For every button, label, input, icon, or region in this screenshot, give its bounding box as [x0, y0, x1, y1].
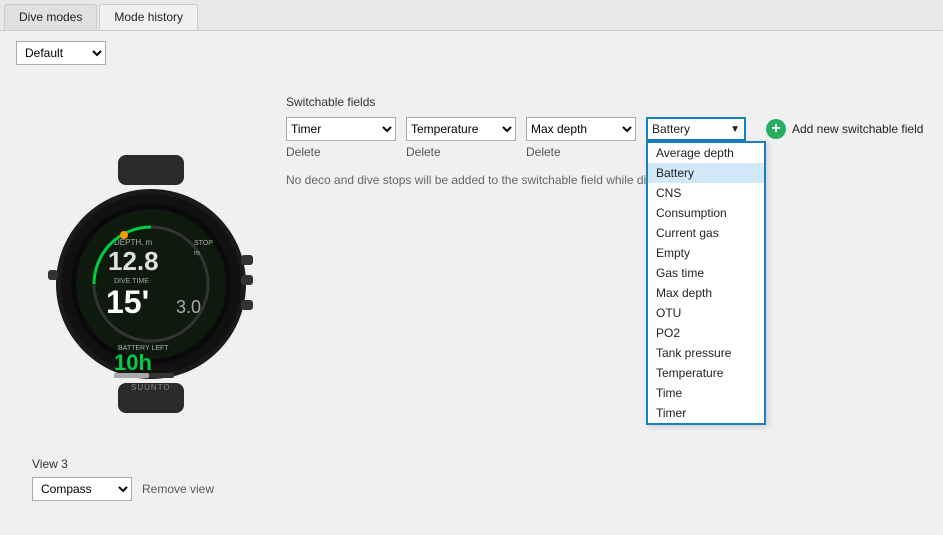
- watch-svg: DEPTH, m 12.8 DIVE TIME 15' 3.0 BATTERY …: [46, 155, 256, 415]
- add-switchable-field-button[interactable]: + Add new switchable field: [766, 119, 923, 139]
- dropdown-item-gas-time[interactable]: Gas time: [648, 263, 764, 283]
- field-select-temperature[interactable]: Temperature Timer Max depth Battery: [406, 117, 516, 141]
- svg-text:12.8: 12.8: [108, 246, 159, 276]
- dropdown-item-timer[interactable]: Timer: [648, 403, 764, 423]
- view-row: Compass Remove view: [32, 477, 214, 501]
- svg-text:3.0: 3.0: [176, 297, 201, 317]
- dropdown-item-empty[interactable]: Empty: [648, 243, 764, 263]
- remove-view-link[interactable]: Remove view: [142, 482, 214, 496]
- field-group-maxdepth: Max depth Timer Temperature Battery Dele…: [526, 117, 636, 159]
- tab-dive-modes[interactable]: Dive modes: [4, 4, 97, 30]
- field-select-timer[interactable]: Timer Temperature Max depth Battery: [286, 117, 396, 141]
- switchable-fields-label: Switchable fields: [286, 95, 923, 109]
- add-field-label: Add new switchable field: [792, 122, 923, 136]
- view-label: View 3: [32, 457, 214, 471]
- dropdown-item-cns[interactable]: CNS: [648, 183, 764, 203]
- dropdown-item-temperature[interactable]: Temperature: [648, 363, 764, 383]
- main-area: Default DEPTH: [0, 31, 943, 535]
- dropdown-item-consumption[interactable]: Consumption: [648, 203, 764, 223]
- dropdown-item-otu[interactable]: OTU: [648, 303, 764, 323]
- field-group-battery: Battery ▼ Average depth Battery CNS Cons…: [646, 117, 746, 141]
- delete-timer[interactable]: Delete: [286, 145, 321, 159]
- content-area: DEPTH, m 12.8 DIVE TIME 15' 3.0 BATTERY …: [16, 65, 927, 525]
- tab-bar: Dive modes Mode history: [0, 0, 943, 31]
- field-group-timer: Timer Temperature Max depth Battery Dele…: [286, 117, 396, 159]
- view-dropdown[interactable]: Compass: [32, 477, 132, 501]
- svg-text:15': 15': [106, 284, 149, 320]
- add-icon: +: [766, 119, 786, 139]
- dropdown-item-max-depth[interactable]: Max depth: [648, 283, 764, 303]
- watch-area: DEPTH, m 12.8 DIVE TIME 15' 3.0 BATTERY …: [46, 155, 256, 418]
- battery-dropdown-list: Average depth Battery CNS Consumption Cu…: [646, 141, 766, 425]
- battery-dropdown-arrow: ▼: [730, 124, 740, 135]
- svg-text:m: m: [194, 250, 200, 257]
- dropdown-item-time[interactable]: Time: [648, 383, 764, 403]
- dropdown-item-battery[interactable]: Battery: [648, 163, 764, 183]
- dropdown-item-po2[interactable]: PO2: [648, 323, 764, 343]
- dropdown-item-tank-pressure[interactable]: Tank pressure: [648, 343, 764, 363]
- delete-maxdepth[interactable]: Delete: [526, 145, 561, 159]
- view-section: View 3 Compass Remove view: [32, 457, 214, 501]
- switchable-row: Timer Temperature Max depth Battery Dele…: [286, 117, 923, 159]
- delete-temperature[interactable]: Delete: [406, 145, 441, 159]
- svg-text:SUUNTO: SUUNTO: [131, 383, 171, 392]
- battery-select-value: Battery: [652, 122, 690, 136]
- tab-mode-history[interactable]: Mode history: [99, 4, 198, 30]
- default-dropdown[interactable]: Default: [16, 41, 106, 65]
- svg-text:STOP: STOP: [194, 240, 213, 247]
- field-group-temperature: Temperature Timer Max depth Battery Dele…: [406, 117, 516, 159]
- battery-select-button[interactable]: Battery ▼: [646, 117, 746, 141]
- right-panel: Switchable fields Timer Temperature Max …: [286, 95, 923, 187]
- field-select-maxdepth[interactable]: Max depth Timer Temperature Battery: [526, 117, 636, 141]
- svg-text:10h: 10h: [114, 350, 152, 375]
- dropdown-item-avg-depth[interactable]: Average depth: [648, 143, 764, 163]
- dropdown-item-current-gas[interactable]: Current gas: [648, 223, 764, 243]
